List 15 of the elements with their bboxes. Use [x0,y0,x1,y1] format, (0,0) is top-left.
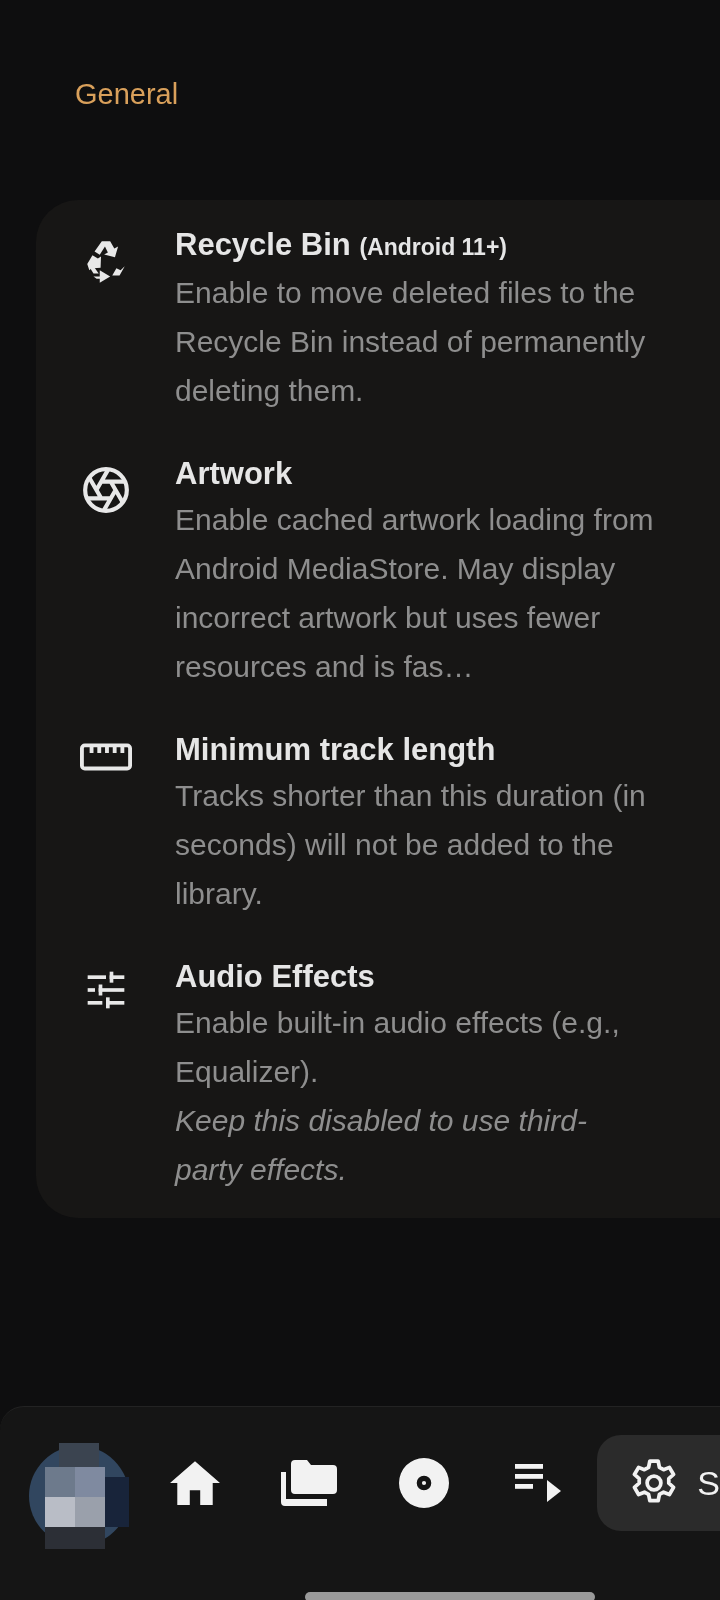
ruler-icon [80,740,132,771]
setting-description: Enable built-in audio effects (e.g., Equalizer). [175,1004,621,1090]
setting-title: Minimum track length [175,730,497,769]
setting-description: Enable cached artwork loading from Android MediaStore. May display incorrect artwork but uses fewer resources and is fas… [175,501,655,685]
setting-title: Recycle Bin (Android 11+) [175,225,508,264]
setting-description: Enable to move deleted files to the Recycle Bin instead of permanently deleting them. [175,274,647,409]
setting-title: Audio Effects [175,957,376,996]
home-icon [169,1461,220,1505]
setting-note: Keep this disabled to use third-party effects. [175,1102,588,1188]
folders-icon [280,1460,337,1506]
setting-title: Artwork [175,454,294,493]
aperture-icon [81,464,131,515]
setting-description: Tracks shorter than this duration (in seconds) will not be added to the library. [175,777,647,912]
section-heading: General [74,77,180,112]
settings-tab[interactable]: S [597,1435,720,1531]
